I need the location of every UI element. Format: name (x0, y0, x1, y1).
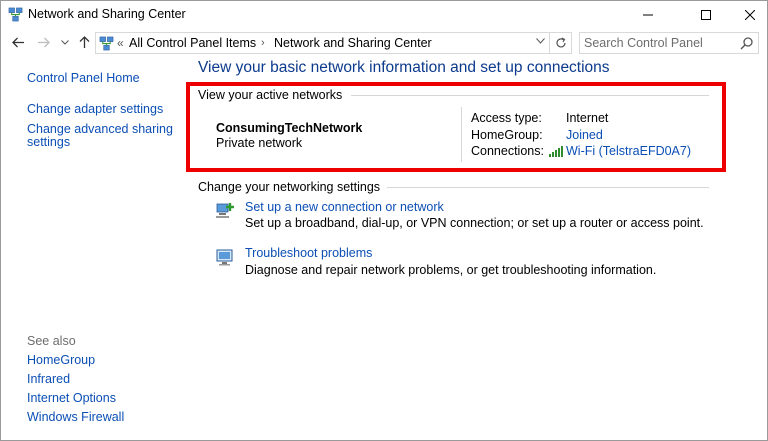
minimize-button[interactable] (625, 1, 671, 29)
windows-firewall-link[interactable]: Windows Firewall (27, 411, 124, 424)
setup-new-connection-description: Set up a broadband, dial-up, or VPN conn… (245, 216, 704, 230)
change-settings-heading: Change your networking settings (198, 180, 381, 194)
network-center-icon (99, 36, 114, 51)
title-bar[interactable]: Network and Sharing Center (1, 1, 767, 29)
troubleshoot-problems-description: Diagnose and repair network problems, or… (245, 263, 657, 277)
arrow-right-icon (37, 37, 50, 47)
arrow-left-icon (11, 37, 24, 47)
up-button[interactable] (75, 33, 93, 51)
network-sharing-center-window: Network and Sharing Center « All Control… (0, 0, 768, 441)
troubleshoot-problems-link[interactable]: Troubleshoot problems (245, 246, 372, 260)
breadcrumb-network-sharing-center[interactable]: Network and Sharing Center (274, 36, 432, 50)
access-type-label: Access type: (471, 111, 542, 125)
access-type-value: Internet (566, 111, 609, 125)
new-connection-icon (216, 203, 234, 218)
refresh-icon (555, 37, 566, 48)
network-type-link: Private network (216, 136, 303, 150)
back-button[interactable] (9, 33, 27, 51)
wifi-connection-link[interactable]: Wi-Fi (TelstraEFD0A7) (566, 144, 691, 158)
breadcrumb-overflow[interactable]: « (117, 36, 124, 50)
vertical-divider (461, 107, 462, 162)
see-also-heading: See also (27, 334, 76, 348)
maximize-icon (701, 10, 711, 20)
address-dropdown-icon[interactable] (536, 36, 545, 47)
breadcrumb-all-control-panel-items[interactable]: All Control Panel Items (129, 36, 256, 50)
arrow-up-icon (79, 35, 89, 48)
close-icon (745, 10, 755, 20)
refresh-button[interactable] (550, 32, 572, 54)
forward-button[interactable] (34, 33, 52, 51)
window-title: Network and Sharing Center (28, 7, 186, 21)
address-bar[interactable]: « All Control Panel Items › Network and … (95, 32, 550, 54)
homegroup-label: HomeGroup: (471, 128, 543, 142)
close-button[interactable] (727, 1, 768, 29)
minimize-icon (643, 14, 653, 16)
control-panel-home-link[interactable]: Control Panel Home (27, 72, 140, 85)
troubleshoot-icon (216, 249, 233, 266)
page-title: View your basic network information and … (198, 59, 610, 76)
chevron-down-icon (61, 39, 69, 45)
search-icon[interactable] (739, 36, 754, 51)
search-box[interactable] (579, 32, 759, 54)
section-divider (387, 187, 709, 188)
homegroup-link[interactable]: HomeGroup (27, 354, 95, 367)
internet-options-link[interactable]: Internet Options (27, 392, 116, 405)
setup-new-connection-link[interactable]: Set up a new connection or network (245, 200, 444, 214)
homegroup-joined-link[interactable]: Joined (566, 128, 603, 142)
wifi-signal-icon (549, 146, 563, 157)
network-center-icon (8, 7, 23, 22)
network-name: ConsumingTechNetwork (216, 121, 363, 135)
recent-locations-button[interactable] (56, 33, 74, 51)
connections-label: Connections: (471, 144, 544, 158)
search-input[interactable] (584, 35, 734, 51)
infrared-link[interactable]: Infrared (27, 373, 70, 386)
change-adapter-settings-link[interactable]: Change adapter settings (27, 103, 163, 116)
change-advanced-sharing-settings-link[interactable]: Change advanced sharing settings (27, 123, 187, 149)
breadcrumb-separator-icon[interactable]: › (261, 37, 265, 49)
navigation-bar: « All Control Panel Items › Network and … (1, 31, 767, 55)
maximize-button[interactable] (683, 1, 729, 29)
